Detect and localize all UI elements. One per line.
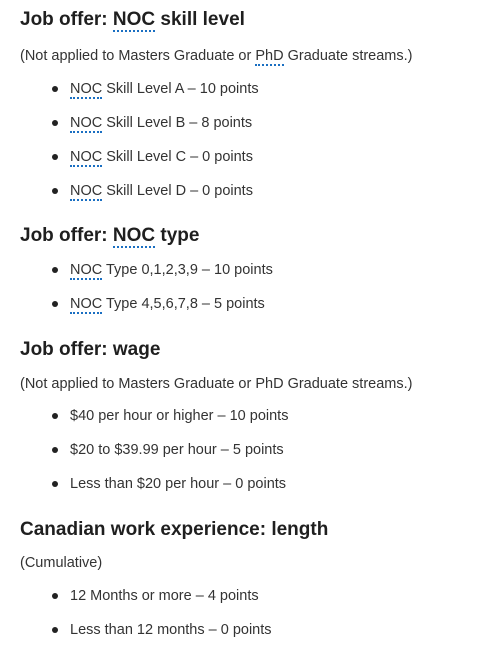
abbr-noc[interactable]: NOC (112, 9, 156, 32)
note-text: (Not applied to Masters Graduate or (20, 48, 256, 64)
heading-text: type (155, 225, 200, 246)
section-note: (Not applied to Masters Graduate or PhD … (20, 376, 413, 392)
list-item: NOC Skill Level A – 10 points (52, 79, 498, 99)
content-area: Job offer: NOC skill level (Not applied … (0, 0, 498, 640)
section-heading-noc-type: Job offer: NOC type (20, 223, 498, 249)
heading-text: skill level (155, 9, 245, 30)
skill-level-list: NOC Skill Level A – 10 points NOC Skill … (20, 79, 498, 201)
list-item: NOC Skill Level C – 0 points (52, 147, 498, 167)
work-experience-list: 12 Months or more – 4 points Less than 1… (20, 586, 498, 640)
noc-type-list: NOC Type 0,1,2,3,9 – 10 points NOC Type … (20, 260, 498, 314)
abbr-noc[interactable]: NOC (112, 225, 156, 248)
section-heading-noc-skill-level: Job offer: NOC skill level (20, 7, 498, 33)
list-item-text: Skill Level D – 0 points (102, 183, 253, 199)
section-heading-work-experience: Canadian work experience: length (20, 519, 329, 540)
wage-list: $40 per hour or higher – 10 points $20 t… (20, 406, 498, 494)
list-item: 12 Months or more – 4 points (52, 586, 498, 606)
note-text: Graduate streams.) (283, 48, 413, 64)
list-item: $40 per hour or higher – 10 points (52, 406, 498, 426)
section-heading-wage: Job offer: wage (20, 339, 161, 360)
heading-text: Job offer: (20, 9, 113, 30)
list-item: Less than 12 months – 0 points (52, 620, 498, 640)
abbr-noc[interactable]: NOC (70, 183, 103, 201)
abbr-noc[interactable]: NOC (70, 296, 103, 314)
list-item: NOC Skill Level B – 8 points (52, 113, 498, 133)
heading-text: Job offer: (20, 225, 113, 246)
list-item-text: Skill Level C – 0 points (102, 149, 253, 165)
list-item: NOC Type 4,5,6,7,8 – 5 points (52, 294, 498, 314)
list-item: $20 to $39.99 per hour – 5 points (52, 440, 498, 460)
abbr-noc[interactable]: NOC (70, 149, 103, 167)
list-item-text: Type 0,1,2,3,9 – 10 points (102, 262, 273, 278)
abbr-noc[interactable]: NOC (70, 115, 103, 133)
list-item-text: Skill Level B – 8 points (102, 115, 253, 131)
section-note: (Cumulative) (20, 555, 103, 571)
section-note: (Not applied to Masters Graduate or PhD … (20, 46, 498, 66)
list-item: Less than $20 per hour – 0 points (52, 474, 498, 494)
list-item: NOC Type 0,1,2,3,9 – 10 points (52, 260, 498, 280)
list-item-text: Type 4,5,6,7,8 – 5 points (102, 296, 265, 312)
abbr-phd[interactable]: PhD (255, 48, 284, 66)
abbr-noc[interactable]: NOC (70, 81, 103, 99)
list-item: NOC Skill Level D – 0 points (52, 181, 498, 201)
abbr-noc[interactable]: NOC (70, 262, 103, 280)
list-item-text: Skill Level A – 10 points (102, 81, 259, 97)
